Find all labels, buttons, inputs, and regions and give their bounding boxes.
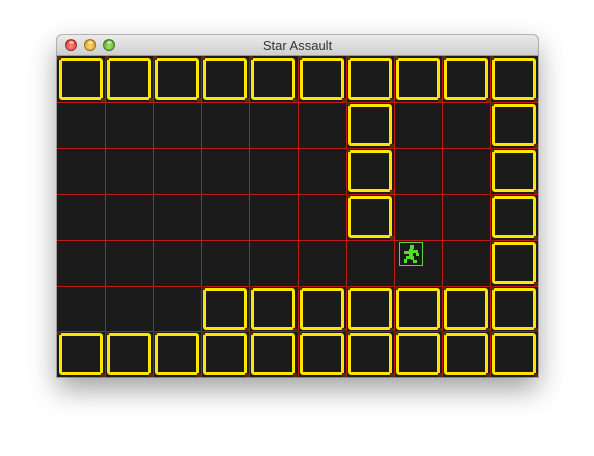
wall-block xyxy=(298,56,346,102)
wall-block xyxy=(346,331,394,377)
running-man-icon xyxy=(404,245,419,263)
wall-block xyxy=(490,331,538,377)
grid-line-vertical xyxy=(249,56,250,377)
wall-block xyxy=(394,56,442,102)
wall-block xyxy=(201,331,249,377)
wall-block xyxy=(249,331,297,377)
grid-line-vertical xyxy=(105,56,106,377)
wall-block xyxy=(442,286,490,332)
wall-block xyxy=(346,286,394,332)
window-title: Star Assault xyxy=(262,38,333,53)
wall-block xyxy=(442,56,490,102)
wall-block xyxy=(490,56,538,102)
grid-line-horizontal xyxy=(57,240,538,241)
wall-block xyxy=(490,102,538,148)
grid-line-horizontal xyxy=(57,102,538,103)
title-bar[interactable]: Star Assault xyxy=(57,35,538,56)
wall-block xyxy=(249,286,297,332)
player-sprite xyxy=(399,242,423,266)
wall-block xyxy=(57,56,105,102)
wall-block xyxy=(57,331,105,377)
wall-block xyxy=(490,240,538,286)
wall-block xyxy=(153,56,201,102)
wall-block xyxy=(346,56,394,102)
game-canvas[interactable] xyxy=(57,56,538,377)
wall-block xyxy=(490,286,538,332)
grid-line-vertical xyxy=(394,56,395,377)
wall-block xyxy=(394,331,442,377)
wall-block xyxy=(490,194,538,240)
wall-block xyxy=(490,148,538,194)
wall-block xyxy=(346,194,394,240)
grid-line-horizontal xyxy=(57,194,538,195)
wall-block xyxy=(201,56,249,102)
wall-block xyxy=(153,331,201,377)
grid-line-vertical xyxy=(201,56,202,377)
grid-line-vertical xyxy=(298,56,299,377)
wall-block xyxy=(298,331,346,377)
grid-line-vertical xyxy=(442,56,443,377)
grid-line-vertical xyxy=(153,56,154,377)
wall-block xyxy=(346,102,394,148)
wall-block xyxy=(105,56,153,102)
wall-block xyxy=(249,56,297,102)
wall-block xyxy=(442,331,490,377)
wall-block xyxy=(298,286,346,332)
wall-block xyxy=(201,286,249,332)
grid-line-horizontal xyxy=(57,148,538,149)
wall-block xyxy=(346,148,394,194)
wall-block xyxy=(394,286,442,332)
game-window: Star Assault xyxy=(57,35,538,377)
wall-block xyxy=(105,331,153,377)
